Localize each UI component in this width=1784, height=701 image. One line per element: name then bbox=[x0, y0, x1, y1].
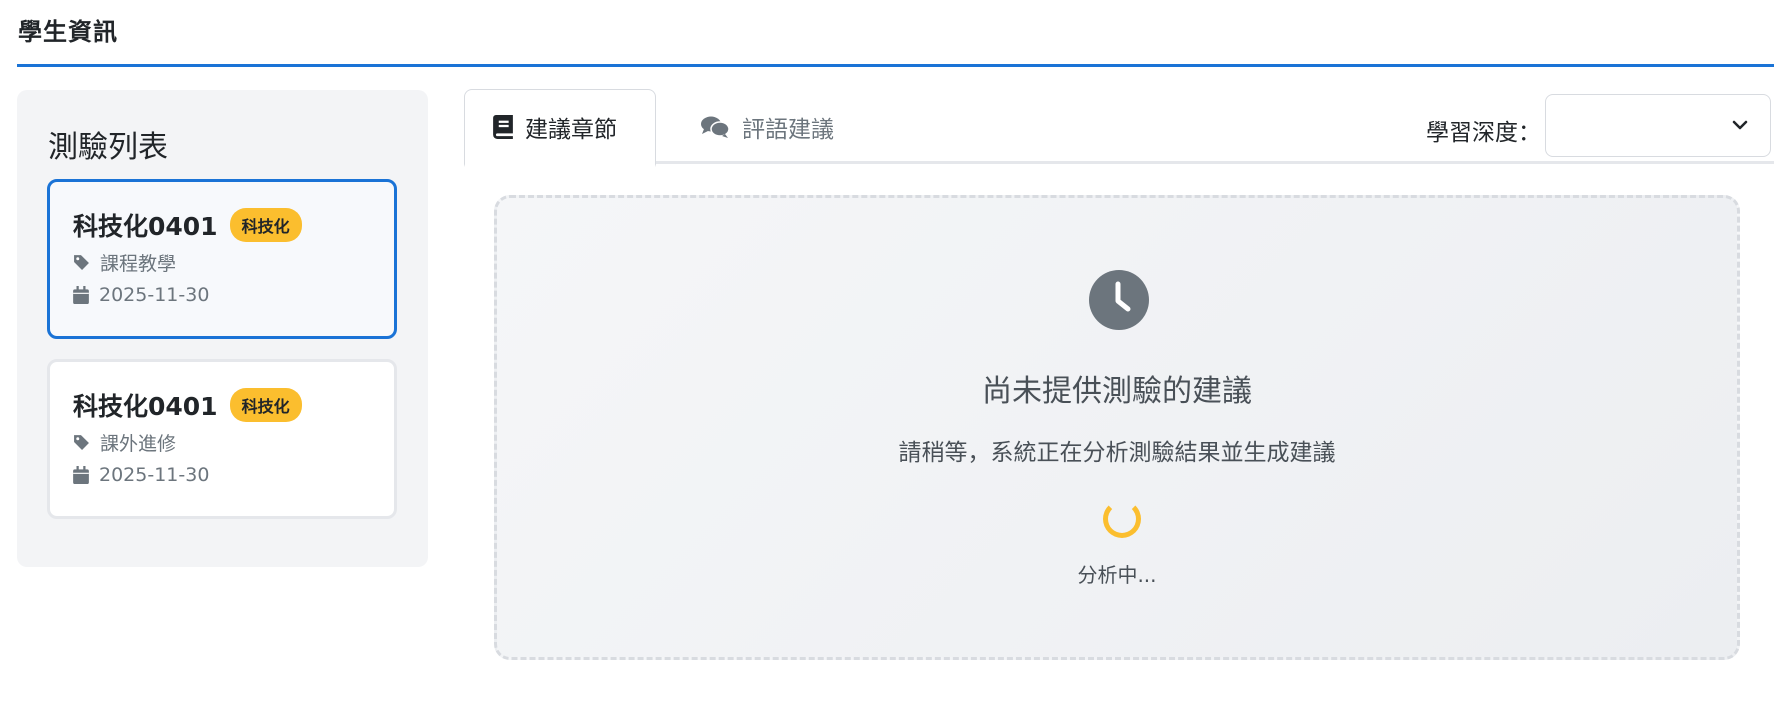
book-icon bbox=[493, 115, 513, 139]
suggestions-empty-state: 尚未提供測驗的建議 請稍等，系統正在分析測驗結果並生成建議 分析中... bbox=[494, 195, 1740, 660]
tab-comment-suggestions[interactable]: 評語建議 bbox=[700, 89, 834, 164]
learning-depth-label: 學習深度： bbox=[1426, 120, 1541, 146]
quiz-type-badge: 科技化 bbox=[229, 208, 302, 242]
tag-icon bbox=[74, 255, 89, 270]
calendar-icon bbox=[73, 466, 89, 484]
quiz-card-date: 2025-11-30 bbox=[99, 464, 210, 486]
quiz-list-panel: 測驗列表 科技化0401 科技化 課程教學 2025-11-30 科技化0401… bbox=[17, 90, 428, 567]
quiz-card[interactable]: 科技化0401 科技化 課外進修 2025-11-30 bbox=[47, 359, 397, 519]
quiz-card[interactable]: 科技化0401 科技化 課程教學 2025-11-30 bbox=[47, 179, 397, 339]
clock-icon bbox=[1089, 270, 1149, 330]
quiz-card-category: 課外進修 bbox=[100, 433, 177, 455]
loading-spinner bbox=[1103, 500, 1141, 538]
page-header: 學生資訊 bbox=[17, 0, 1774, 67]
empty-state-title: 尚未提供測驗的建議 bbox=[982, 374, 1252, 409]
comments-icon bbox=[701, 116, 730, 138]
quiz-card-title: 科技化0401 bbox=[73, 392, 218, 421]
tab-label: 評語建議 bbox=[742, 116, 834, 143]
tab-label: 建議章節 bbox=[525, 117, 617, 143]
loading-text: 分析中... bbox=[1077, 563, 1157, 587]
learning-depth-select[interactable] bbox=[1545, 94, 1771, 157]
chevron-down-icon bbox=[1732, 120, 1748, 130]
tab-suggested-chapters[interactable]: 建議章節 bbox=[464, 89, 656, 167]
quiz-card-date: 2025-11-30 bbox=[99, 284, 210, 306]
empty-state-subtitle: 請稍等，系統正在分析測驗結果並生成建議 bbox=[898, 440, 1336, 466]
quiz-list-title: 測驗列表 bbox=[48, 130, 168, 165]
quiz-type-badge: 科技化 bbox=[229, 388, 302, 422]
tag-icon bbox=[74, 435, 89, 450]
quiz-card-category: 課程教學 bbox=[100, 253, 177, 275]
quiz-card-title: 科技化0401 bbox=[73, 212, 218, 241]
page-title: 學生資訊 bbox=[18, 18, 118, 46]
calendar-icon bbox=[73, 286, 89, 304]
